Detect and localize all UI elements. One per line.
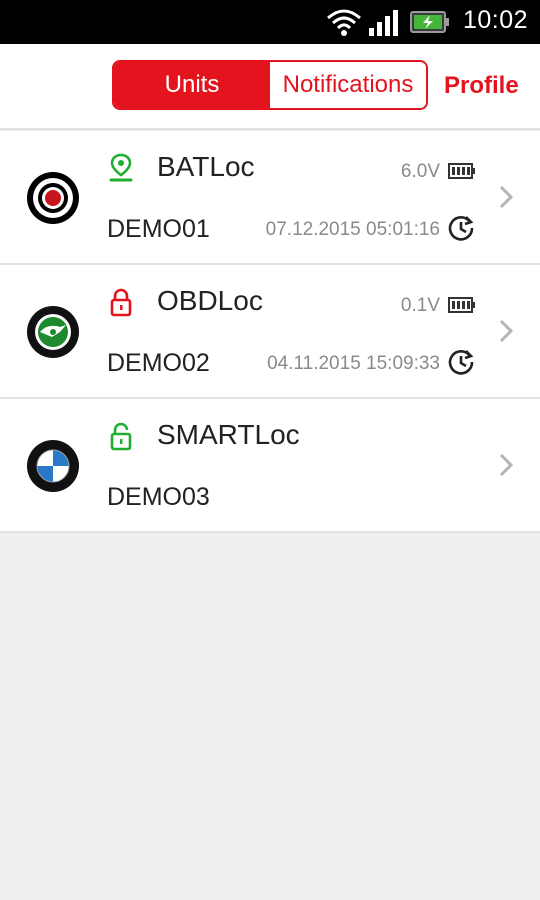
chevron-right-icon [499,319,514,343]
unit-name: BATLoc [157,151,255,182]
unit-id: DEMO02 [107,349,210,377]
tab-notifications[interactable]: Notifications [270,62,426,108]
unit-name: SMARTLoc [157,419,300,450]
battery-icon [448,163,475,179]
voltage-value: 0.1V [400,295,440,316]
unit-id: DEMO01 [107,215,210,243]
unit-id: DEMO03 [107,483,210,511]
units-list: BATLoc 6.0V DEMO01 07.12.2015 05:01:16 O… [0,131,540,533]
last-update-timestamp: 07.12.2015 05:01:16 [265,219,440,240]
chevron-right-icon [499,185,514,209]
unit-row[interactable]: SMARTLoc DEMO03 [0,399,540,533]
history-icon[interactable] [446,347,476,377]
unit-name: OBDLoc [157,285,263,316]
target-logo [27,172,79,224]
location-pin-icon [109,153,133,182]
chevron-right-icon [499,453,514,477]
last-update-timestamp: 04.11.2015 15:09:33 [267,353,440,374]
bmw-logo [27,440,79,492]
lock-closed-icon [110,288,132,317]
app-header: Units Notifications Profile [0,44,540,130]
unit-row[interactable]: OBDLoc 0.1V DEMO02 04.11.2015 15:09:33 [0,265,540,399]
battery-icon [448,297,475,313]
battery-charging-icon [410,11,449,33]
history-icon[interactable] [446,213,476,243]
skoda-logo [27,306,79,358]
profile-link[interactable]: Profile [444,72,519,100]
tab-units[interactable]: Units [114,62,270,108]
unit-row[interactable]: BATLoc 6.0V DEMO01 07.12.2015 05:01:16 [0,131,540,265]
voltage-value: 6.0V [400,161,440,182]
status-time: 10:02 [462,6,528,34]
view-segmented-control: Units Notifications [112,60,428,110]
lock-open-icon [110,422,132,451]
wifi-icon [327,9,361,36]
status-bar: 10:02 [0,0,540,44]
signal-icon [369,10,398,36]
